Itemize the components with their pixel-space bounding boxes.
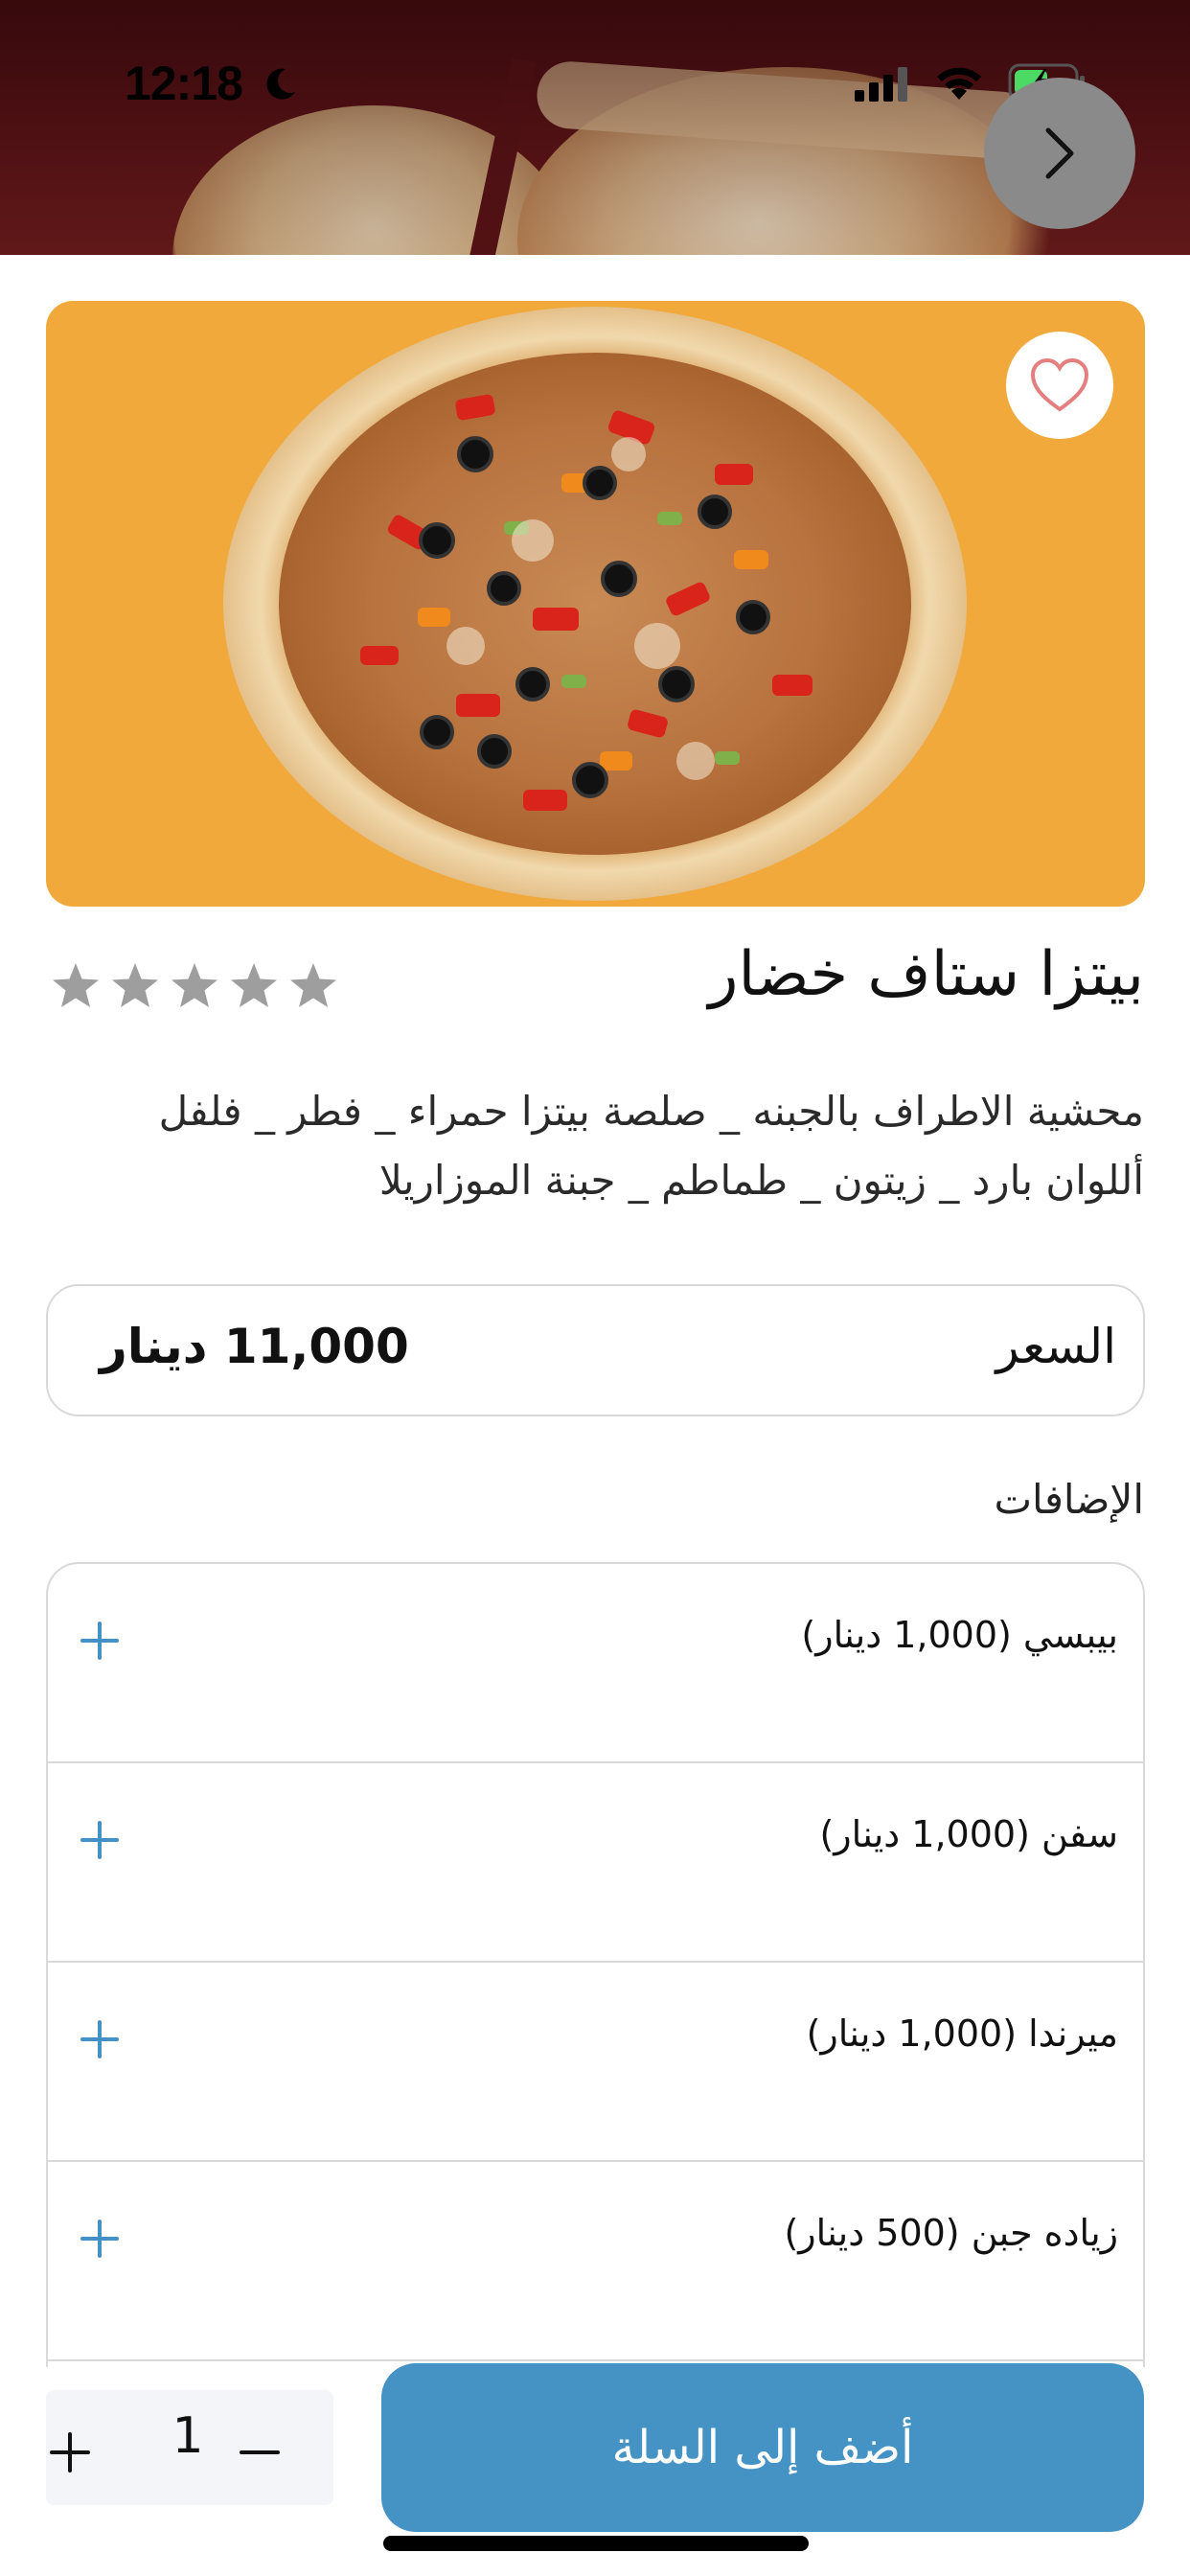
rating-stars[interactable]	[50, 960, 339, 1012]
chevron-right-icon	[1045, 127, 1074, 179]
price-box: السعر 11,000 دينار	[46, 1284, 1145, 1416]
plus-icon[interactable]	[77, 2216, 123, 2262]
addon-item-pepsi[interactable]: بيبسي (1,000 دينار)	[48, 1564, 1143, 1763]
addon-label: زياده جبن (500 دينار)	[784, 2212, 1118, 2254]
plus-icon[interactable]	[77, 1817, 123, 1863]
signal-icon	[855, 67, 907, 102]
heart-icon	[1030, 357, 1089, 412]
addon-label: ميرندا (1,000 دينار)	[806, 2012, 1118, 2055]
star-icon[interactable]	[169, 960, 220, 1012]
moon-icon	[266, 68, 295, 100]
decrease-quantity-button[interactable]	[238, 2430, 282, 2474]
price-label: السعر	[995, 1319, 1116, 1374]
product-image	[46, 301, 1145, 907]
pizza-image	[223, 307, 967, 901]
favorite-button[interactable]	[1006, 332, 1113, 439]
product-title: بيتزا ستاف خضار	[708, 939, 1144, 1010]
wifi-icon	[937, 67, 981, 100]
addons-title: الإضافات	[994, 1476, 1145, 1523]
back-button[interactable]	[984, 78, 1135, 229]
home-indicator	[383, 2536, 809, 2551]
quantity-value: 1	[172, 2407, 204, 2465]
product-description: محشية الاطراف بالجبنه _ صلصة بيتزا حمراء…	[158, 1088, 1144, 1204]
addon-label: سفن (1,000 دينار)	[819, 1813, 1118, 1855]
addon-item-extra-cheese[interactable]: زياده جبن (500 دينار)	[48, 2162, 1143, 2361]
plus-icon[interactable]	[77, 2016, 123, 2062]
add-to-cart-button[interactable]: أضف إلى السلة	[381, 2363, 1144, 2532]
star-icon[interactable]	[287, 960, 339, 1012]
addon-label: بيبسي (1,000 دينار)	[801, 1614, 1118, 1656]
addons-list: بيبسي (1,000 دينار) سفن (1,000 دينار) مي…	[46, 1562, 1145, 2367]
price-value: 11,000 دينار	[100, 1319, 409, 1374]
increase-quantity-button[interactable]	[48, 2430, 92, 2474]
plus-icon[interactable]	[77, 1618, 123, 1664]
status-time: 12:18	[125, 57, 243, 110]
star-icon[interactable]	[109, 960, 161, 1012]
star-icon[interactable]	[228, 960, 280, 1012]
addon-item-7up[interactable]: سفن (1,000 دينار)	[48, 1763, 1143, 1963]
addon-item-mirinda[interactable]: ميرندا (1,000 دينار)	[48, 1963, 1143, 2162]
star-icon[interactable]	[50, 960, 102, 1012]
